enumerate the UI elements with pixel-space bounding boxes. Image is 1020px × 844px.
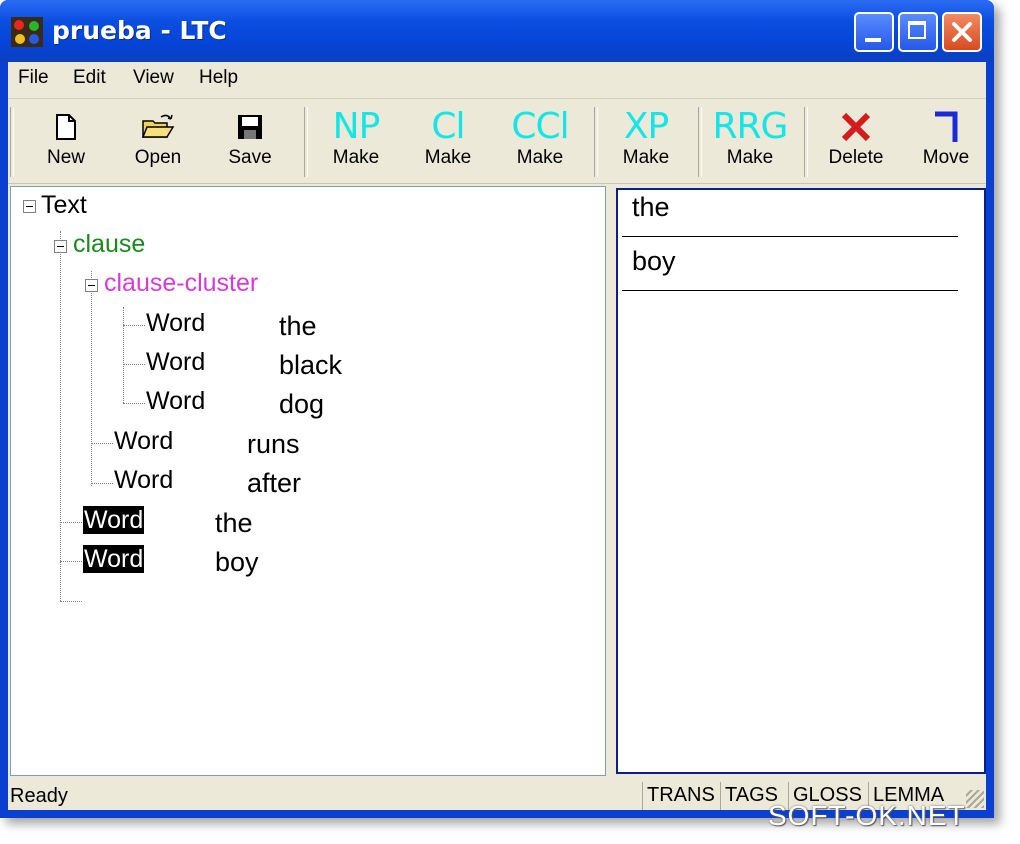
tree-node-word[interactable]: Word [146,387,205,416]
move-label: Move [922,147,970,168]
list-item[interactable]: the [632,192,670,223]
move-bracket-icon [935,111,958,142]
row-divider [622,236,958,237]
toolbar-separator [804,107,808,177]
collapse-icon[interactable] [23,200,36,213]
word-value: runs [247,429,300,459]
save-button[interactable]: Save [208,107,292,179]
word-value: the [215,508,253,538]
title-bar[interactable]: prueba - LTC [0,0,994,62]
clause-cluster-label: clause-cluster [104,269,259,297]
status-panel-trans: TRANS [642,782,718,810]
tree-line [123,403,145,404]
list-item[interactable]: boy [632,246,676,277]
tree-node-clause[interactable]: clause [73,230,145,259]
close-icon [952,22,972,42]
cl-glyph: Cl [431,106,465,147]
menu-bar: File Edit View Help [8,62,986,99]
close-button[interactable] [942,12,982,52]
xp-make-button[interactable]: XP Make [604,107,688,179]
np-make-label: Make [332,147,380,168]
xp-make-label: Make [622,147,670,168]
tree-line [123,307,124,403]
new-document-icon [56,114,76,140]
tree-node-clause-cluster[interactable]: clause-cluster [104,269,258,298]
tree-view[interactable]: Text clause clause-cluster Word the Word… [10,186,606,776]
new-button[interactable]: New [24,107,108,179]
word-value: after [247,468,302,498]
menu-edit[interactable]: Edit [73,67,106,89]
rrg-glyph: RRG [712,106,789,147]
row-divider [622,290,958,291]
np-glyph: NP [332,106,381,147]
tree-line [60,601,82,602]
word-list[interactable]: the boy [616,188,986,774]
np-make-button[interactable]: NP Make [314,107,398,179]
new-label: New [46,147,85,168]
toolbar-separator [698,107,702,177]
word-value: boy [215,547,259,577]
open-button[interactable]: Open [116,107,200,179]
toolbar-separator [594,107,598,177]
tree-line [123,325,145,326]
client-area: File Edit View Help New Open Save NP Mak… [8,62,986,810]
open-label: Open [134,147,182,168]
menu-view[interactable]: View [133,67,174,89]
tree-node-word[interactable]: Word [146,348,205,377]
delete-button[interactable]: Delete [814,107,898,179]
resize-grip[interactable] [966,790,984,808]
minimize-icon [865,38,881,42]
move-button[interactable]: Move [906,107,986,179]
red-x-icon [841,112,871,142]
tree-node-word[interactable]: Word [146,309,205,338]
cl-make-label: Make [424,147,472,168]
delete-label: Delete [828,147,884,168]
tree-line [91,483,113,484]
app-icon [11,17,43,47]
toolbar-separator [304,107,308,177]
tree-node-word[interactable]: Word [114,427,173,456]
tree-line [60,231,61,601]
app-window: prueba - LTC File Edit View Help New Ope… [0,0,994,818]
collapse-icon[interactable] [85,279,98,292]
selected-word-label: Word [83,506,145,534]
tree-node-text[interactable]: Text [41,191,87,220]
tree-node-word-selected[interactable]: Word [83,506,145,535]
ccl-glyph: CCl [511,106,569,147]
collapse-icon[interactable] [54,240,67,253]
pane-splitter[interactable] [606,186,614,774]
menu-file[interactable]: File [18,67,49,89]
toolbar: New Open Save NP Make Cl Make CCl Make X… [8,99,986,184]
maximize-icon [908,21,926,39]
window-title: prueba - LTC [52,16,227,45]
tree-line [91,271,92,486]
status-text: Ready [10,785,68,807]
ccl-make-label: Make [516,147,564,168]
floppy-disk-icon [238,115,262,139]
tree-line [91,443,113,444]
watermark: SOFT-OK.NET [768,800,966,831]
tree-line [60,561,82,562]
xp-glyph: XP [623,106,669,147]
ccl-make-button[interactable]: CCl Make [498,107,582,179]
tree-line [123,364,145,365]
save-label: Save [228,147,272,168]
minimize-button[interactable] [854,12,894,52]
toolbar-grip [10,107,14,177]
tree-node-word-selected[interactable]: Word [83,545,145,574]
selected-word-label: Word [83,545,145,573]
maximize-button[interactable] [898,12,938,52]
word-value: the [279,311,317,341]
open-folder-icon [141,114,175,138]
tree-node-word[interactable]: Word [114,466,173,495]
rrg-make-label: Make [726,147,774,168]
cl-make-button[interactable]: Cl Make [406,107,490,179]
word-value: black [279,350,343,380]
tree-line [60,522,82,523]
word-value: dog [279,389,325,419]
rrg-make-button[interactable]: RRG Make [708,107,792,179]
menu-help[interactable]: Help [199,67,238,89]
clause-label: clause [73,230,146,258]
